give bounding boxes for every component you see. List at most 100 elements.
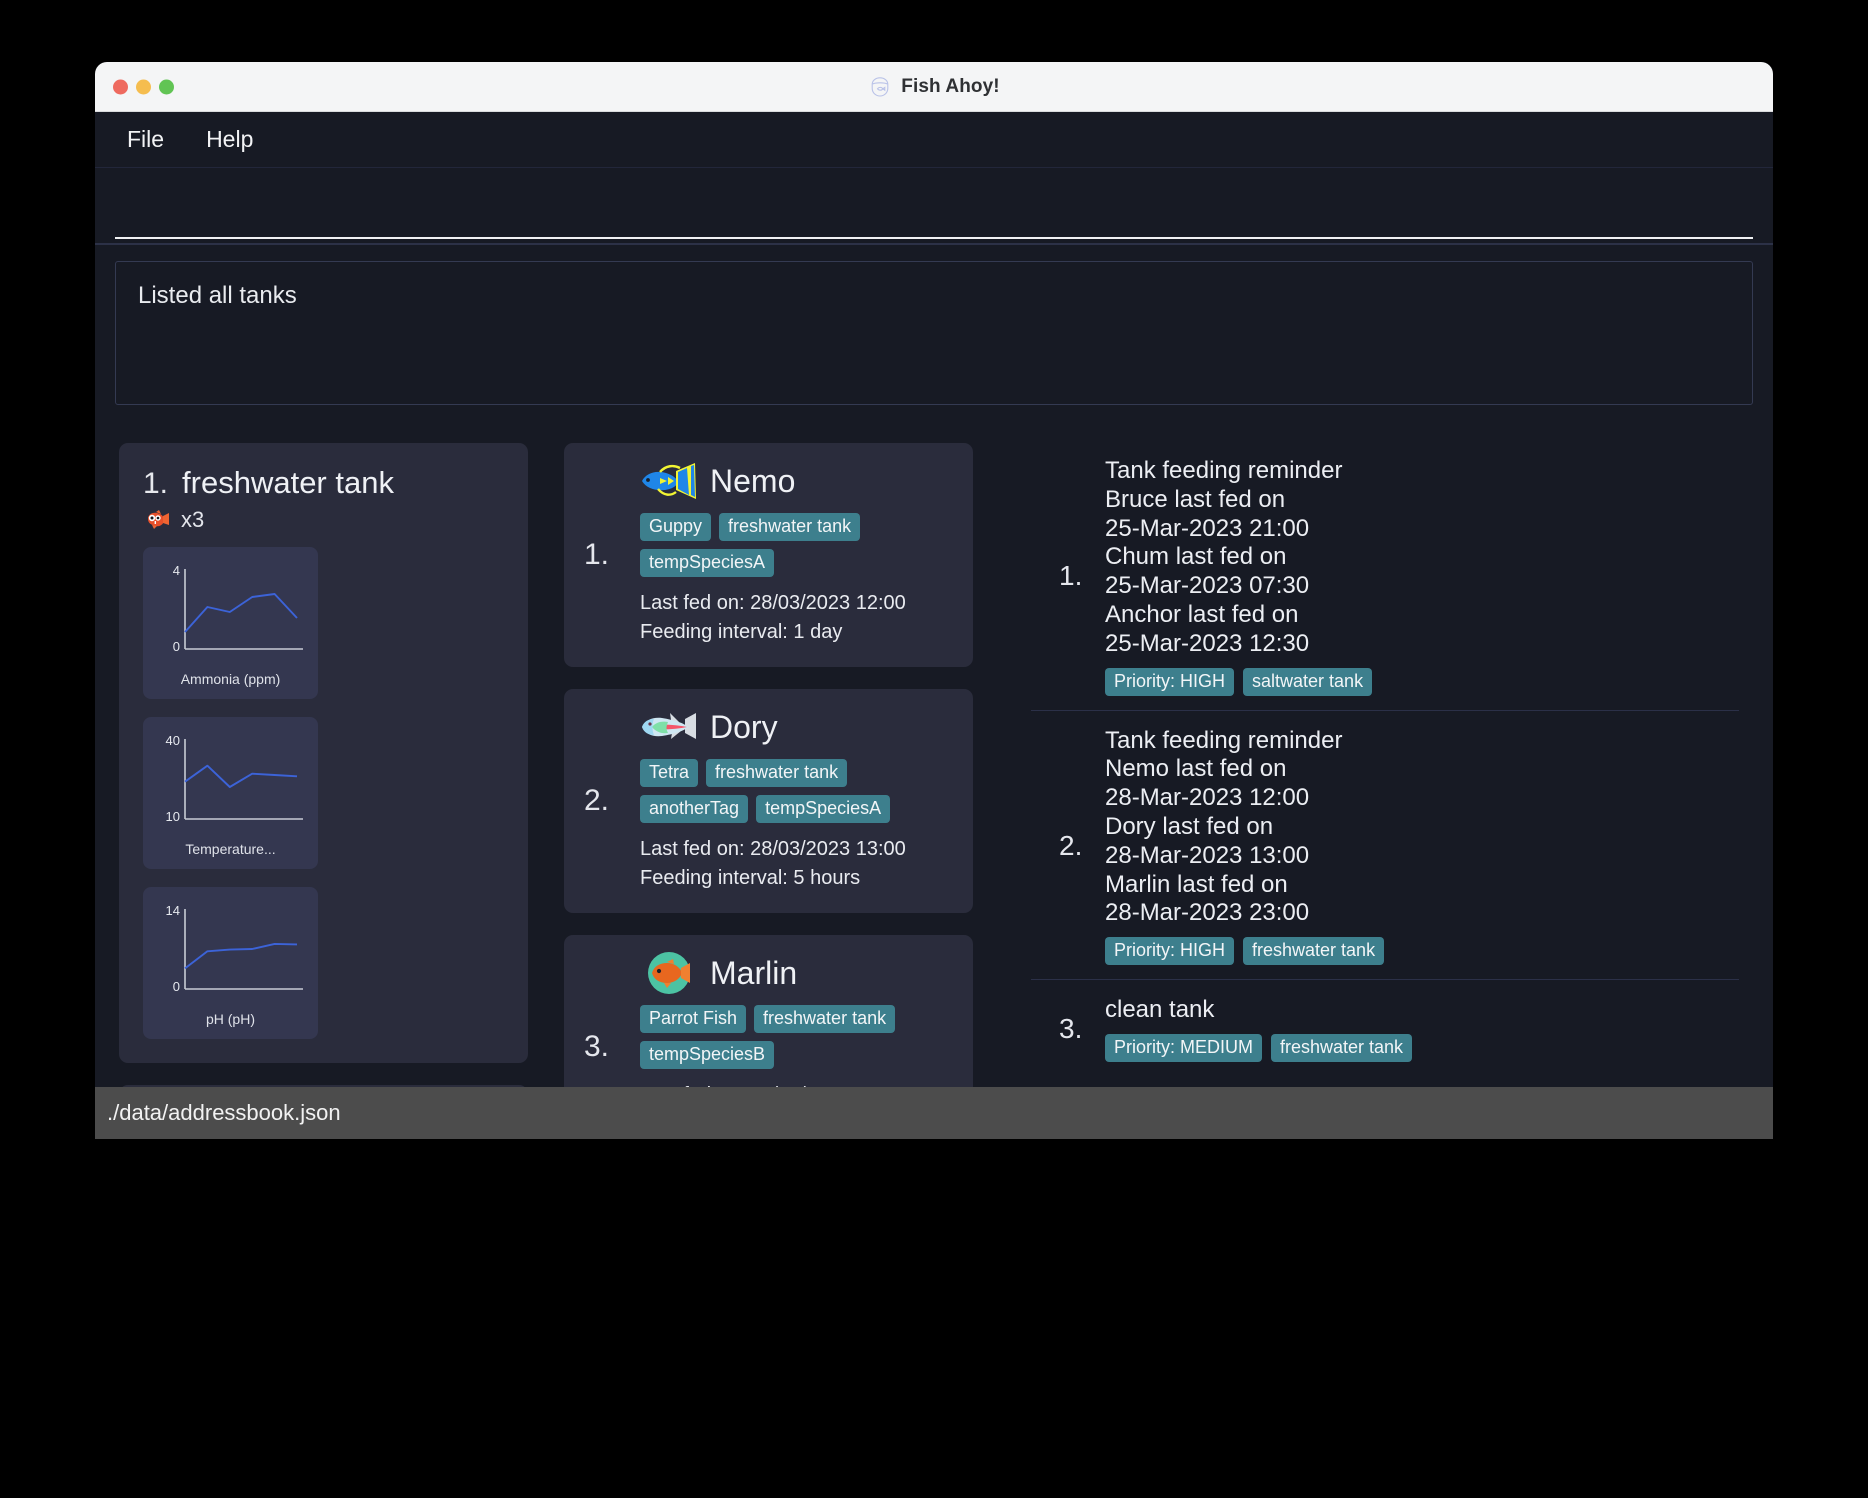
clownfish-pixel-icon — [148, 510, 169, 529]
tag-chip[interactable]: Parrot Fish — [640, 1005, 747, 1033]
tag-chip[interactable]: freshwater tank — [754, 1005, 896, 1033]
tag-chip[interactable]: tempSpeciesB — [640, 1041, 775, 1069]
tag-chip[interactable]: tempSpeciesA — [756, 795, 891, 823]
line-chart: 40 10 — [165, 733, 303, 824]
fish-last-fed: Last fed on: 28/03/2023 12:00 — [640, 592, 906, 614]
fish-tags: Parrot Fish freshwater tank tempSpeciesB — [640, 1005, 953, 1069]
chart-axis-label: Ammonia (ppm) — [180, 671, 281, 687]
guppy-fish-icon — [642, 463, 696, 499]
reminder-tags: Priority: HIGH freshwater tank — [1105, 937, 1739, 966]
reminder-line: Tank feeding reminder — [1105, 457, 1343, 484]
tag-chip[interactable]: freshwater tank — [1243, 937, 1385, 966]
tag-chip[interactable]: Priority: HIGH — [1105, 937, 1235, 966]
tag-chip[interactable]: Tetra — [640, 759, 699, 787]
svg-text:0: 0 — [172, 979, 179, 994]
tank-name: freshwater tank — [182, 465, 394, 500]
fish-feeding-interval: Feeding interval: 5 hours — [640, 867, 861, 889]
tag-chip[interactable]: Priority: MEDIUM — [1105, 1033, 1262, 1062]
reminder-list-column[interactable]: 1. Tank feeding reminder Bruce last fed on… — [1005, 423, 1765, 1097]
menu-bar: File Help — [95, 112, 1773, 168]
fish-title-row: Nemo — [640, 459, 953, 503]
command-zone — [95, 168, 1773, 245]
tag-chip[interactable]: Priority: HIGH — [1105, 667, 1235, 696]
fish-title-row: Dory — [640, 705, 953, 749]
fish-name: Nemo — [710, 462, 796, 499]
reminder-item[interactable]: 3. clean tank Priority: MEDIUM freshwater t… — [1031, 980, 1739, 1076]
fish-card[interactable]: 1. Nemo Guppy freshwater tank tempSpeciesA La… — [564, 443, 973, 667]
svg-text:4: 4 — [172, 563, 179, 578]
reminder-line: Anchor last fed on — [1105, 600, 1299, 628]
reminder-line: Bruce last fed on — [1105, 485, 1286, 513]
tag-chip[interactable]: freshwater tank — [706, 759, 848, 787]
fish-index: 3. — [584, 1030, 610, 1063]
fish-tags: Tetra freshwater tank anotherTag tempSpecie… — [640, 759, 953, 823]
fish-card-body: Nemo Guppy freshwater tank tempSpeciesA Last… — [640, 459, 953, 647]
title-bar: Fish Ahoy! — [95, 62, 1773, 112]
result-message: Listed all tanks — [138, 282, 297, 309]
app-window: Fish Ahoy! File Help Listed all tanks 1.… — [95, 62, 1773, 1139]
tag-chip[interactable]: Guppy — [640, 513, 712, 541]
fish-name: Dory — [710, 708, 778, 745]
fish-card[interactable]: 2. Dory Tetra freshwater tank anotherTag temp… — [564, 689, 973, 913]
tag-chip[interactable]: saltwater tank — [1243, 667, 1373, 696]
chart-card[interactable]: 40 10 Temperature... — [143, 717, 318, 869]
reminder-index: 1. — [1059, 560, 1083, 592]
tank-charts: 4 0 Ammonia (ppm) 40 10 Temperature... 14 0 pH (… — [143, 547, 504, 1039]
tag-chip[interactable]: freshwater tank — [1271, 1033, 1413, 1062]
tank-count-label: x3 — [181, 507, 205, 532]
result-display: Listed all tanks — [115, 261, 1753, 405]
command-input[interactable] — [115, 184, 1753, 239]
minimize-button[interactable] — [136, 79, 151, 94]
tag-chip[interactable]: anotherTag — [640, 795, 749, 823]
reminder-line: 25-Mar-2023 12:30 — [1105, 629, 1310, 657]
chart-card[interactable]: 4 0 Ammonia (ppm) — [143, 547, 318, 699]
window-controls[interactable] — [113, 79, 174, 94]
reminder-line: clean tank — [1105, 996, 1215, 1024]
chart-card[interactable]: 14 0 pH (pH) — [143, 887, 318, 1039]
line-chart: 40 — [172, 563, 303, 654]
reminder-index: 2. — [1059, 829, 1083, 861]
tag-chip[interactable]: tempSpeciesA — [640, 549, 775, 577]
reminder-body: Tank feeding reminder Nemo last fed on 28-… — [1105, 727, 1739, 966]
reminder-line: Tank feeding reminder — [1105, 726, 1343, 754]
chart-axis-label: Temperature... — [185, 841, 276, 857]
parrot-fish-icon — [648, 952, 690, 994]
tank-header: 1. freshwater tank — [143, 465, 504, 501]
tank-list-column[interactable]: 1. freshwater tank x3 4 0 Ammonia (ppm) 40 10 Te… — [95, 423, 550, 1097]
reminder-body: Tank feeding reminder Bruce last fed on 25… — [1105, 457, 1739, 696]
menu-item-help[interactable]: Help — [202, 123, 257, 156]
tank-card[interactable]: 1. freshwater tank x3 4 0 Ammonia (ppm) 40 10 Te… — [119, 443, 528, 1063]
reminder-tags: Priority: HIGH saltwater tank — [1105, 667, 1739, 696]
tank-index: 1. — [143, 467, 169, 500]
reminder-line: Dory last fed on — [1105, 812, 1274, 840]
fish-card-body: Dory Tetra freshwater tank anotherTag tempSp… — [640, 705, 953, 893]
reminder-body: clean tank Priority: MEDIUM freshwater tan… — [1105, 996, 1739, 1062]
fish-card[interactable]: 3. Marlin Parrot Fish freshwater tank tempSp… — [564, 935, 973, 1097]
reminder-line: 28-Mar-2023 12:00 — [1105, 784, 1310, 812]
close-button[interactable] — [113, 79, 128, 94]
window-title: Fish Ahoy! — [901, 75, 1000, 97]
tag-chip[interactable]: freshwater tank — [719, 513, 861, 541]
reminder-line: 28-Mar-2023 23:00 — [1105, 899, 1310, 927]
tetra-fish-icon — [642, 713, 696, 739]
fish-feeding-interval: Feeding interval: 1 day — [640, 621, 843, 643]
zoom-button[interactable] — [159, 79, 174, 94]
reminder-item[interactable]: 1. Tank feeding reminder Bruce last fed on… — [1031, 441, 1739, 711]
fish-list-column[interactable]: 1. Nemo Guppy freshwater tank tempSpeciesA La… — [550, 423, 1005, 1097]
fish-last-fed: Last fed on: 28/03/2023 13:00 — [640, 838, 906, 860]
reminder-line: 28-Mar-2023 13:00 — [1105, 841, 1310, 869]
status-bar: ./data/addressbook.json — [95, 1087, 1773, 1139]
reminder-line: Chum last fed on — [1105, 543, 1287, 571]
status-file-path: ./data/addressbook.json — [107, 1100, 341, 1125]
main-content: 1. freshwater tank x3 4 0 Ammonia (ppm) 40 10 Te… — [95, 423, 1773, 1097]
menu-item-file[interactable]: File — [123, 123, 168, 156]
reminder-line: 25-Mar-2023 07:30 — [1105, 572, 1310, 600]
reminder-item[interactable]: 2. Tank feeding reminder Nemo last fed on 2… — [1031, 711, 1739, 981]
reminder-line: Nemo last fed on — [1105, 755, 1287, 783]
fish-index: 1. — [584, 538, 610, 571]
tank-fish-count: x3 — [145, 507, 504, 533]
fish-tags: Guppy freshwater tank tempSpeciesA — [640, 513, 953, 577]
reminder-line: 25-Mar-2023 21:00 — [1105, 514, 1310, 542]
reminder-index: 3. — [1059, 1013, 1083, 1045]
line-chart: 14 0 — [165, 903, 303, 994]
